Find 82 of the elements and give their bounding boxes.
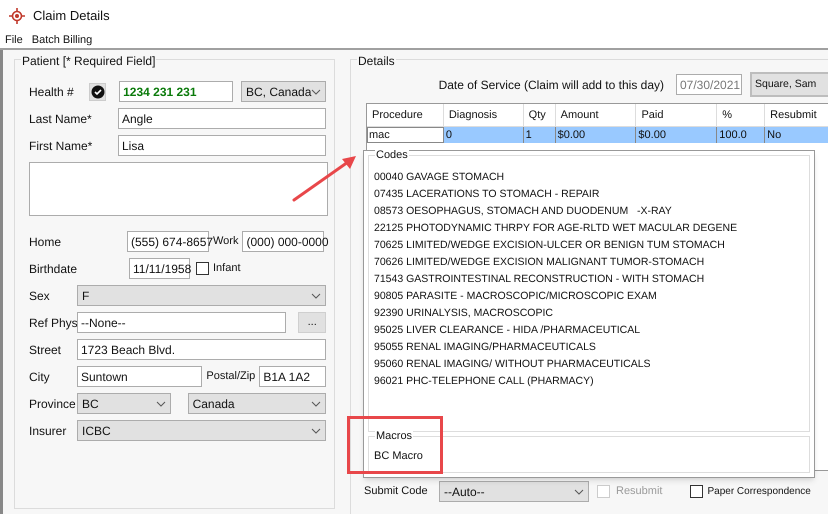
column-header: Diagnosis — [444, 104, 524, 126]
field-label: Postal/Zip — [206, 369, 256, 384]
infant-checkbox[interactable] — [196, 262, 209, 275]
table-cell: No — [765, 127, 828, 143]
checkbox-label: Infant — [213, 261, 241, 276]
street-field[interactable]: 1723 Beach Blvd. — [77, 339, 326, 360]
paper-correspondence-checkbox[interactable] — [690, 485, 704, 498]
provider-dropdown[interactable]: Square, Sam — [750, 72, 828, 97]
last-name-field[interactable]: Angle — [118, 108, 326, 129]
caret-icon — [311, 400, 321, 406]
macro-option[interactable]: BC Macro — [374, 448, 804, 465]
checkbox-label: Paper Correspondence — [707, 485, 811, 499]
pointer-arrow — [292, 154, 358, 202]
table-cell: 0 — [444, 127, 524, 143]
code-option[interactable]: 90805 PARASITE - MACROSCOPIC/MICROSCOPIC EXAM — [374, 288, 804, 305]
field-label: Work — [213, 234, 238, 250]
column-header: % — [717, 104, 766, 126]
field-label: Sex — [29, 288, 51, 304]
code-option[interactable]: 96021 PHC-TELEPHONE CALL (PHARMACY) — [374, 373, 804, 390]
code-option[interactable]: 95025 LIVER CLEARANCE - HIDA /PHARMACEUTICAL — [374, 322, 804, 339]
field-label: City — [29, 368, 51, 386]
table-cell: 1 — [524, 127, 556, 143]
field-label: Province — [29, 396, 77, 412]
city-field[interactable]: Suntown — [77, 366, 202, 387]
crosshair-logo-icon — [9, 8, 25, 24]
verified-badge-icon — [90, 84, 105, 98]
table-row[interactable]: mac 0 1 $0.00 $0.00 100.0 No — [367, 127, 828, 143]
code-option[interactable]: 70625 LIMITED/WEDGE EXCISION-ULCER OR BENIGN TUM STOMACH — [374, 237, 804, 254]
column-header: Resubmit — [765, 104, 828, 126]
table-cell: $0.00 — [636, 127, 718, 143]
menu-item[interactable]: Batch Billing — [32, 32, 92, 48]
column-header: Procedure — [367, 104, 444, 126]
group-title: Macros — [375, 431, 414, 442]
verified-toggle[interactable] — [89, 82, 106, 100]
window-title: Claim Details — [33, 7, 110, 26]
country-dropdown[interactable]: Canada — [188, 393, 326, 414]
field-label: Birthdate — [29, 260, 78, 278]
code-option[interactable]: 71543 GASTROINTESTINAL RECONSTRUCTION - WITH STOMACH — [374, 271, 804, 288]
field-label: Submit Code — [364, 484, 429, 500]
field-label: Last Name* — [29, 110, 93, 128]
field-label: Ref Phys — [29, 314, 77, 332]
group-title: Codes — [375, 150, 409, 161]
field-label: First Name* — [29, 138, 94, 154]
caret-icon — [311, 428, 321, 434]
health-number-field[interactable]: 1234 231 231 — [119, 81, 233, 102]
menu-item[interactable]: File — [5, 32, 23, 48]
ref-phys-field[interactable]: --None-- — [77, 312, 286, 333]
sex-dropdown[interactable]: F — [77, 285, 326, 306]
column-header: Paid — [636, 104, 718, 126]
notes-field[interactable] — [29, 162, 328, 216]
field-label: Home — [29, 234, 62, 250]
date-of-service-field[interactable]: 07/30/2021 — [676, 74, 742, 95]
table-cell: 100.0 — [717, 127, 766, 143]
postal-code-field[interactable]: B1A 1A2 — [259, 366, 326, 387]
caret-icon — [156, 400, 166, 406]
field-label: Insurer — [29, 422, 68, 440]
code-option[interactable]: 07435 LACERATIONS TO STOMACH - REPAIR — [374, 186, 804, 203]
code-option[interactable]: 00040 GAVAGE STOMACH — [374, 169, 804, 186]
code-option[interactable]: 08573 OESOPHAGUS, STOMACH AND DUODENUM -X-RAY — [374, 203, 804, 220]
date-of-service-label: Date of Service (Claim will add to this day) — [438, 76, 664, 94]
code-option[interactable]: 92390 URINALYSIS, MACROSCOPIC — [374, 305, 804, 322]
province-dropdown[interactable]: BC — [77, 393, 171, 414]
browse-button[interactable]: ... — [298, 312, 326, 333]
region-dropdown[interactable]: BC, Canada — [241, 81, 326, 102]
birthdate-field[interactable]: 11/11/1958 — [129, 258, 190, 279]
caret-icon — [311, 292, 321, 298]
checkbox-label: Resubmit — [616, 484, 662, 500]
field-label: Street — [29, 342, 62, 358]
code-option[interactable]: 22125 PHOTODYNAMIC THRPY FOR AGE-RLTD WET MACULAR DEGENE — [374, 220, 804, 237]
submit-code-dropdown[interactable]: --Auto-- — [439, 481, 589, 502]
caret-icon — [311, 88, 322, 94]
procedure-input[interactable]: mac — [367, 127, 444, 143]
field-label: Health # — [29, 84, 75, 100]
insurer-dropdown[interactable]: ICBC — [77, 420, 326, 441]
code-option[interactable]: 95055 RENAL IMAGING/PHARMACEUTICALS — [374, 339, 804, 356]
table-cell: $0.00 — [556, 127, 636, 143]
column-header: Qty — [524, 104, 556, 126]
column-header: Amount — [556, 104, 636, 126]
caret-icon — [574, 488, 584, 494]
first-name-field[interactable]: Lisa — [118, 135, 326, 156]
code-option[interactable]: 70626 LIMITED/WEDGE EXCISION MALIGNANT TUMOR-STOMACH — [374, 254, 804, 271]
code-option[interactable]: 95060 RENAL IMAGING/ WITHOUT PHARMACEUTICALS — [374, 356, 804, 373]
